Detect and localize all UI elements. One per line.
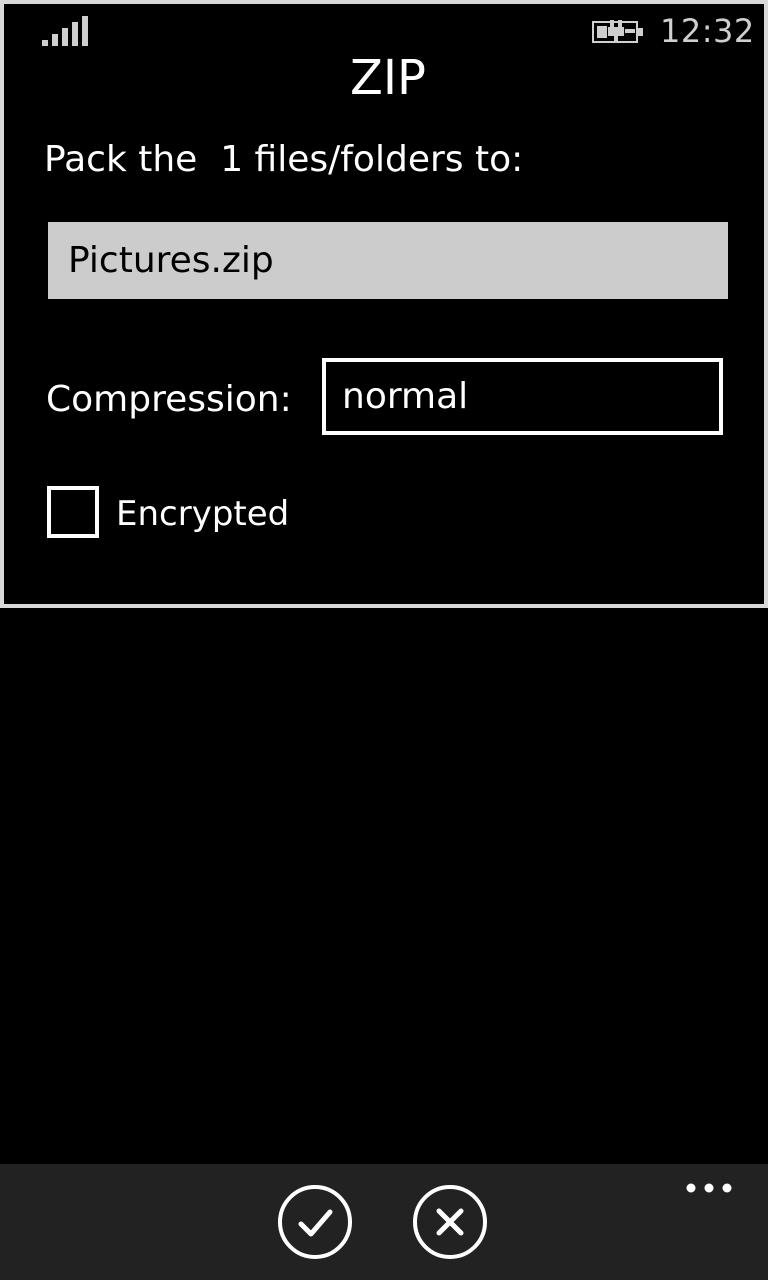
signal-strength-icon <box>42 16 88 46</box>
app-bar <box>0 1164 768 1280</box>
battery-charging-icon <box>592 20 643 43</box>
filename-input[interactable]: Pictures.zip <box>48 222 728 299</box>
status-clock: 12:32 <box>660 12 755 50</box>
compression-label: Compression: <box>46 379 292 420</box>
compression-select[interactable]: normal <box>322 358 723 435</box>
dialog-subtitle: Pack the 1 files/folders to: <box>44 139 524 180</box>
encrypted-label[interactable]: Encrypted <box>116 490 289 538</box>
ellipsis-icon[interactable] <box>684 1178 734 1198</box>
check-icon[interactable] <box>277 1184 353 1260</box>
encrypted-checkbox[interactable] <box>47 486 99 538</box>
screen: 12:32 ZIP Pack the 1 files/folders to: P… <box>0 0 768 1280</box>
close-icon[interactable] <box>412 1184 488 1260</box>
zip-dialog: 12:32 ZIP Pack the 1 files/folders to: P… <box>0 0 768 608</box>
dialog-title: ZIP <box>350 50 426 106</box>
